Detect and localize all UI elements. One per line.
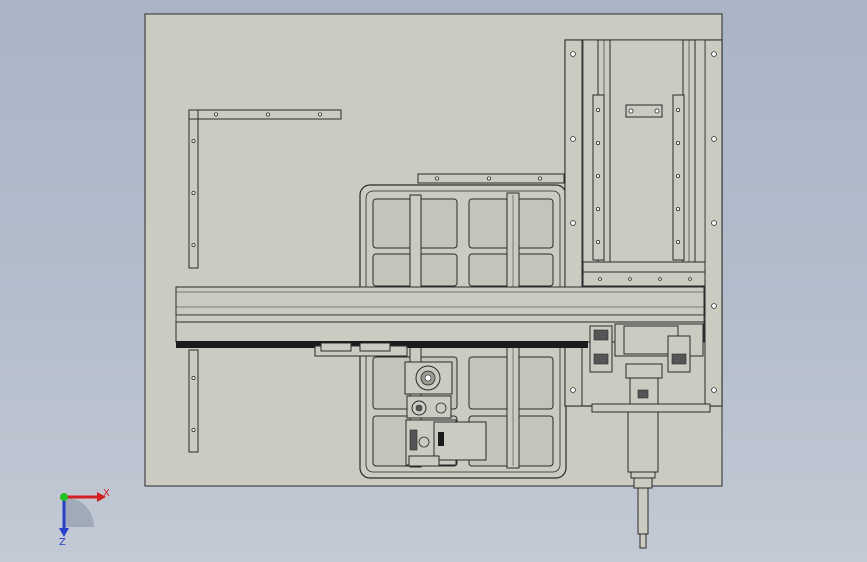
cad-viewport[interactable]: X Z	[0, 0, 867, 562]
gripper-assembly[interactable]	[405, 419, 487, 467]
rotary-actuator[interactable]	[404, 361, 453, 419]
angle-bracket-lower[interactable]	[188, 349, 199, 453]
z-axis-label: Z	[59, 537, 66, 548]
x-axis-label: X	[103, 488, 110, 499]
coordinate-triad-icon[interactable]: X Z	[59, 488, 110, 548]
